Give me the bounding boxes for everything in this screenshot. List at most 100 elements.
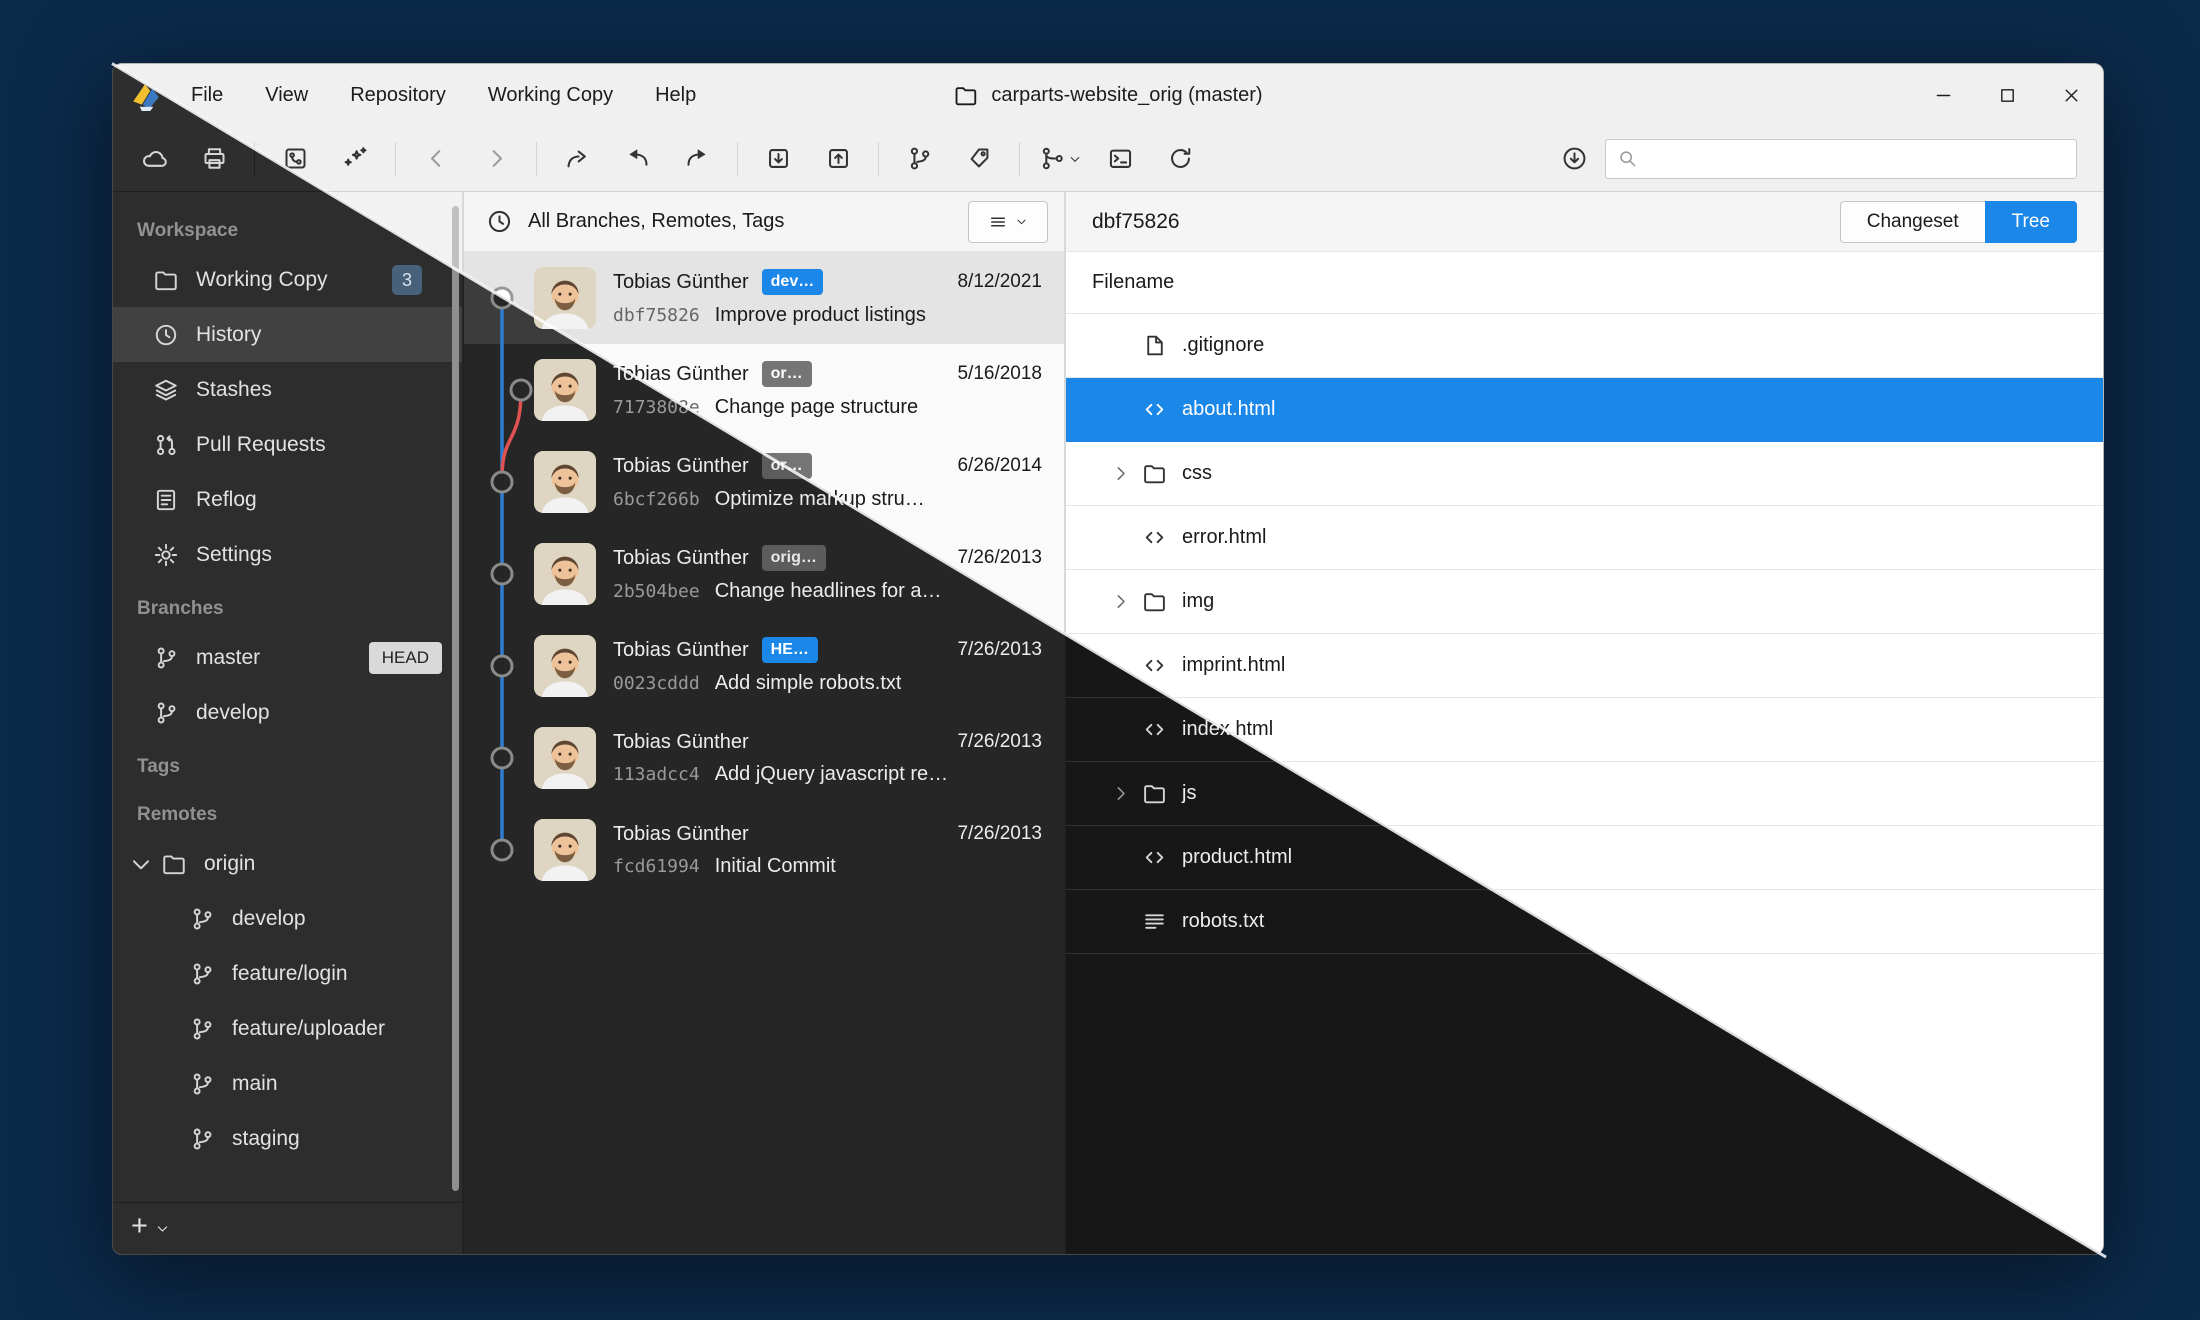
cloud-button[interactable] [125,135,183,183]
fetch-button[interactable] [1545,135,1603,183]
branch-label: staging [232,1127,300,1151]
file-name: about.html [1182,398,1275,421]
sidebar-remote-branch-main[interactable]: main [113,1056,462,1111]
avatar [534,359,596,421]
filter-options-button[interactable] [968,201,1048,243]
menu-item-file[interactable]: File [191,84,223,107]
folder-row-img[interactable]: img [1066,570,2103,634]
git-branch-icon [153,645,179,671]
file-row-imprint-html[interactable]: imprint.html [1066,634,2103,698]
working-copy-count-badge: 3 [392,265,422,295]
commit-hash: fcd61994 [613,856,700,877]
push-button[interactable] [668,135,726,183]
chevron-down-icon[interactable] [128,851,154,877]
sidebar-remote-origin[interactable]: origin [113,836,462,891]
chevron-down-icon [155,1221,170,1236]
search-input[interactable] [1647,148,2065,170]
chevron-right-icon[interactable] [1110,783,1131,804]
sidebar-remote-branch-staging[interactable]: staging [113,1111,462,1166]
merge-button[interactable] [1031,135,1089,183]
quick-actions-button[interactable] [326,135,384,183]
maximize-button[interactable] [1975,64,2039,126]
chevron-right-icon[interactable] [1110,591,1131,612]
git-branch-icon [153,700,179,726]
close-icon [2061,85,2082,106]
commit-author: Tobias Günther [613,639,749,662]
commit-message: Improve product listings [715,304,926,327]
avatar [534,451,596,513]
file-row-about-html[interactable]: about.html [1066,378,2103,442]
create-branch-button[interactable] [890,135,948,183]
sidebar-remote-branch-develop[interactable]: develop [113,891,462,946]
code-file-icon [1142,717,1167,742]
sidebar-remote-branch-feature-uploader[interactable]: feature/uploader [113,1001,462,1056]
sidebar-item-stashes[interactable]: Stashes [113,362,462,417]
sidebar-scrollbar-thumb[interactable] [452,206,459,1191]
sidebar-item-pull-requests[interactable]: Pull Requests [113,417,462,472]
menu-item-help[interactable]: Help [655,84,696,107]
sidebar-branch-develop[interactable]: develop [113,685,462,740]
sidebar-item-working-copy[interactable]: Working Copy 3 [113,252,462,307]
commit-row[interactable]: Tobias Günther 7/26/2013 fcd61994 Initia… [464,804,1064,896]
stash-button[interactable] [749,135,807,183]
stash-layers-icon [153,377,179,403]
head-badge: HEAD [369,642,442,674]
sidebar-branch-master[interactable]: master HEAD [113,630,462,685]
commit-date: 7/26/2013 [957,547,1042,569]
tree-tab[interactable]: Tree [1985,201,2077,243]
commit-id: dbf75826 [1092,210,1180,234]
folder-row-css[interactable]: css [1066,442,2103,506]
file-row-gitignore[interactable]: .gitignore [1066,314,2103,378]
history-clock-icon [486,208,513,235]
toolbar-separator [1019,142,1020,176]
window-title: carparts-website_orig (master) [953,83,1262,108]
sidebar-remote-branch-feature-login[interactable]: feature/login [113,946,462,1001]
sidebar-item-reflog[interactable]: Reflog [113,472,462,527]
print-button[interactable] [185,135,243,183]
toolbar-separator [878,142,879,176]
minimize-button[interactable] [1911,64,1975,126]
pop-stash-button[interactable] [809,135,867,183]
menu-item-view[interactable]: View [265,84,308,107]
commit-row[interactable]: Tobias Günther HE… 7/26/2013 0023cddd Ad… [464,620,1064,712]
text-file-icon [1142,909,1167,934]
commit-author: Tobias Günther [613,547,749,570]
commit-row[interactable]: Tobias Günther 7/26/2013 113adcc4 Add jQ… [464,712,1064,804]
git-branch-icon [189,1016,215,1042]
folder-icon [153,267,179,293]
commit-message: Add jQuery javascript re… [715,763,948,786]
remotes-section-label: Remotes [113,788,462,836]
file-name: error.html [1182,526,1266,549]
arrow-out-icon [564,145,591,172]
file-row-error-html[interactable]: error.html [1066,506,2103,570]
changeset-tab[interactable]: Changeset [1840,201,1985,243]
menu-item-working-copy[interactable]: Working Copy [488,84,613,107]
commit-date: 5/16/2018 [957,363,1042,385]
forward-button[interactable] [467,135,525,183]
checkout-button[interactable] [548,135,606,183]
search-icon [1617,148,1638,169]
back-button[interactable] [407,135,465,183]
curved-arrow-right-icon [684,145,711,172]
chevron-left-icon [423,145,450,172]
branch-badge: dev… [762,269,824,295]
filename-column-header: Filename [1066,252,2103,314]
sidebar-item-label: Working Copy [196,268,328,292]
sidebar-item-settings[interactable]: Settings [113,527,462,582]
close-button[interactable] [2039,64,2103,126]
chevron-right-icon[interactable] [1110,463,1131,484]
pull-button[interactable] [608,135,666,183]
file-name: product.html [1182,846,1292,869]
folder-icon [953,83,978,108]
box-arrow-up-icon [825,145,852,172]
maximize-icon [1997,85,2018,106]
sidebar-add-button[interactable]: + [113,1202,462,1254]
box-arrow-down-icon [765,145,792,172]
terminal-button[interactable] [1091,135,1149,183]
titlebar: File View Repository Working Copy Help c… [113,64,2103,126]
menu-item-repository[interactable]: Repository [350,84,446,107]
sparkles-icon [342,145,369,172]
sidebar-item-history[interactable]: History [113,307,462,362]
create-tag-button[interactable] [950,135,1008,183]
refresh-button[interactable] [1151,135,1209,183]
